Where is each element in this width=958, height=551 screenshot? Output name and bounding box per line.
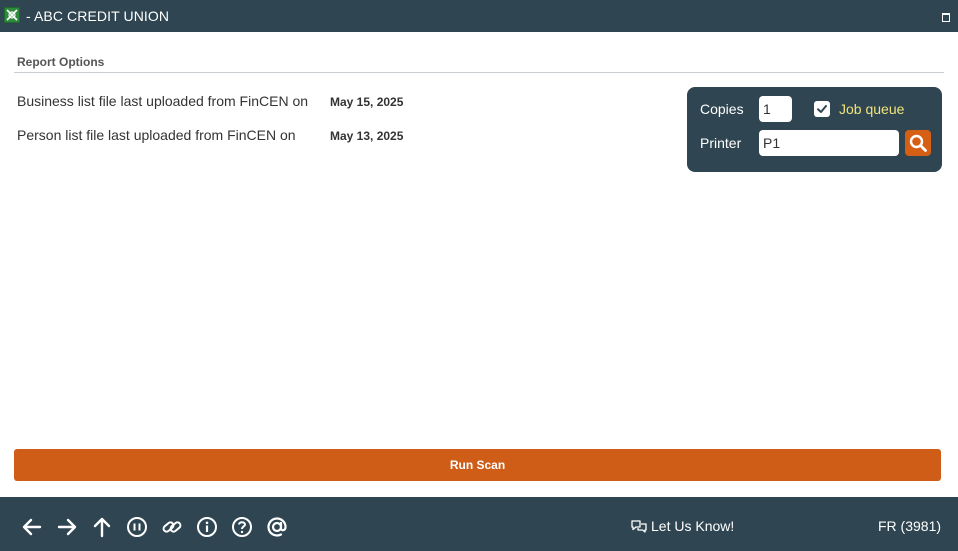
printer-input[interactable]: P1 [759, 130, 899, 156]
chat-bubbles-icon [631, 520, 647, 533]
user-code: FR (3981) [878, 518, 942, 534]
person-list-date: May 13, 2025 [330, 129, 404, 143]
forward-arrow-icon[interactable] [56, 516, 78, 538]
link-icon[interactable] [161, 516, 183, 538]
copies-label: Copies [700, 101, 744, 117]
person-list-label: Person list file last uploaded from FinC… [17, 127, 296, 143]
job-queue-checkbox[interactable] [814, 101, 830, 117]
printer-search-button[interactable] [905, 130, 931, 156]
section-title: Report Options [17, 55, 105, 69]
footer-toolbar: Let Us Know! FR (3981) [0, 497, 958, 551]
job-queue-label[interactable]: Job queue [839, 101, 904, 117]
business-list-label: Business list file last uploaded from Fi… [17, 93, 309, 109]
let-us-know-label: Let Us Know! [651, 518, 735, 534]
app-logo-icon [4, 7, 20, 23]
search-icon [909, 134, 927, 152]
checkmark-icon [817, 105, 827, 113]
printer-label: Printer [700, 135, 742, 151]
title-bar: - ABC CREDIT UNION [0, 0, 958, 32]
let-us-know-link[interactable]: Let Us Know! [630, 518, 734, 534]
restore-window-icon[interactable] [942, 13, 950, 22]
print-options-panel: Copies 1 Job queue Printer P1 [687, 87, 942, 172]
copies-input[interactable]: 1 [759, 96, 792, 122]
run-scan-button[interactable]: Run Scan [14, 449, 941, 481]
up-arrow-icon[interactable] [91, 516, 113, 538]
info-icon[interactable] [196, 516, 218, 538]
at-sign-icon[interactable] [266, 516, 288, 538]
pause-icon[interactable] [126, 516, 148, 538]
window-title: - ABC CREDIT UNION [26, 8, 170, 24]
section-divider [14, 72, 944, 73]
back-arrow-icon[interactable] [21, 516, 43, 538]
help-icon[interactable] [231, 516, 253, 538]
business-list-date: May 15, 2025 [330, 95, 404, 109]
